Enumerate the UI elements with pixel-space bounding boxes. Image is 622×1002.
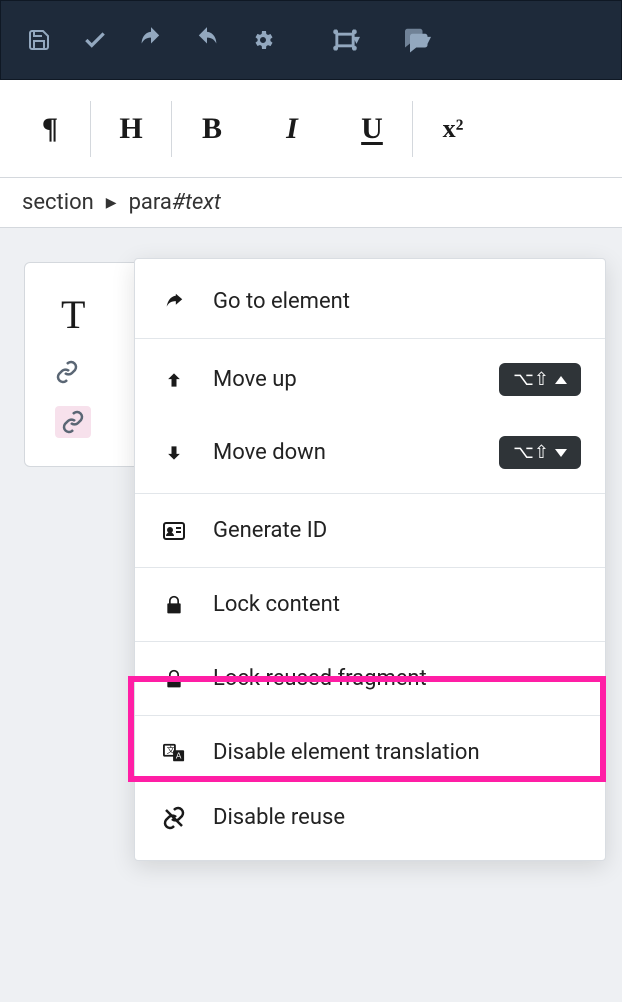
shortcut-text: ⌥⇧ bbox=[513, 442, 549, 463]
chevron-down-icon: ▾ bbox=[424, 32, 431, 48]
menu-separator bbox=[135, 715, 605, 716]
shortcut-text: ⌥⇧ bbox=[513, 369, 549, 390]
translation-icon: 文 A bbox=[159, 742, 189, 764]
menu-separator bbox=[135, 338, 605, 339]
breadcrumb-para-base: para bbox=[129, 190, 172, 215]
keyboard-shortcut: ⌥⇧ bbox=[499, 436, 581, 469]
menu-disable-translation[interactable]: 文 A Disable element translation bbox=[135, 720, 605, 785]
fullscreen-dropdown[interactable]: ▾ bbox=[331, 12, 360, 68]
top-toolbar: ▾ ▾ bbox=[0, 0, 622, 80]
menu-label: Go to element bbox=[213, 289, 581, 314]
menu-label: Disable reuse bbox=[213, 805, 581, 830]
menu-label: Generate ID bbox=[213, 518, 581, 543]
reused-fragment-row-selected[interactable] bbox=[55, 406, 143, 438]
menu-label: Move down bbox=[213, 440, 475, 465]
menu-move-down[interactable]: Move down ⌥⇧ bbox=[135, 416, 605, 489]
gear-icon bbox=[251, 28, 275, 52]
undo-icon bbox=[137, 26, 165, 54]
menu-label: Move up bbox=[213, 367, 475, 392]
menu-label: Lock reused fragment bbox=[213, 666, 581, 691]
italic-button[interactable]: I bbox=[252, 99, 332, 159]
settings-button[interactable] bbox=[235, 12, 291, 68]
breadcrumb: section ▶ para#text bbox=[0, 178, 622, 228]
svg-text:A: A bbox=[176, 751, 182, 760]
arrow-up-icon bbox=[159, 370, 189, 390]
redo-button[interactable] bbox=[179, 12, 235, 68]
lock-icon bbox=[159, 594, 189, 616]
comments-dropdown[interactable]: ▾ bbox=[400, 12, 431, 68]
broken-link-icon bbox=[159, 806, 189, 830]
triangle-up-icon bbox=[555, 376, 567, 384]
share-arrow-icon bbox=[159, 291, 189, 313]
link-icon bbox=[61, 410, 85, 434]
menu-generate-id[interactable]: Generate ID bbox=[135, 498, 605, 563]
menu-lock-content[interactable]: Lock content bbox=[135, 572, 605, 637]
menu-separator bbox=[135, 567, 605, 568]
link-icon-wrap bbox=[55, 360, 79, 384]
menu-separator bbox=[135, 493, 605, 494]
triangle-down-icon bbox=[555, 449, 567, 457]
breadcrumb-section[interactable]: section bbox=[22, 190, 94, 215]
undo-button[interactable] bbox=[123, 12, 179, 68]
menu-move-up[interactable]: Move up ⌥⇧ bbox=[135, 343, 605, 416]
validate-button[interactable] bbox=[67, 12, 123, 68]
heading-button[interactable]: H bbox=[91, 99, 171, 159]
menu-disable-reuse[interactable]: Disable reuse bbox=[135, 785, 605, 850]
redo-icon bbox=[193, 26, 221, 54]
menu-label: Lock content bbox=[213, 592, 581, 617]
superscript-button[interactable]: x² bbox=[413, 99, 493, 159]
breadcrumb-para-suffix: #text bbox=[172, 190, 221, 215]
link-icon bbox=[55, 360, 79, 384]
menu-lock-reused-fragment[interactable]: Lock reused fragment bbox=[135, 646, 605, 711]
breadcrumb-separator: ▶ bbox=[106, 195, 117, 211]
underline-button[interactable]: U bbox=[332, 99, 412, 159]
id-card-icon bbox=[159, 521, 189, 541]
arrow-down-icon bbox=[159, 443, 189, 463]
keyboard-shortcut: ⌥⇧ bbox=[499, 363, 581, 396]
breadcrumb-para[interactable]: para#text bbox=[129, 190, 221, 215]
menu-label: Disable element translation bbox=[213, 740, 581, 765]
save-icon bbox=[27, 28, 51, 52]
lock-icon bbox=[159, 668, 189, 690]
underline-letter: U bbox=[361, 112, 383, 146]
format-toolbar: ¶ H B I U x² bbox=[0, 80, 622, 178]
reused-fragment-row[interactable] bbox=[55, 360, 143, 384]
context-menu: Go to element Move up ⌥⇧ Move down ⌥⇧ bbox=[134, 258, 606, 861]
check-icon bbox=[82, 27, 108, 53]
menu-separator bbox=[135, 641, 605, 642]
bold-button[interactable]: B bbox=[172, 99, 252, 159]
chevron-down-icon: ▾ bbox=[353, 32, 360, 48]
menu-go-to-element[interactable]: Go to element bbox=[135, 269, 605, 334]
save-button[interactable] bbox=[11, 12, 67, 68]
paragraph-button[interactable]: ¶ bbox=[10, 99, 90, 159]
link-icon-wrap bbox=[55, 406, 91, 438]
title-fragment: T bbox=[55, 291, 143, 338]
